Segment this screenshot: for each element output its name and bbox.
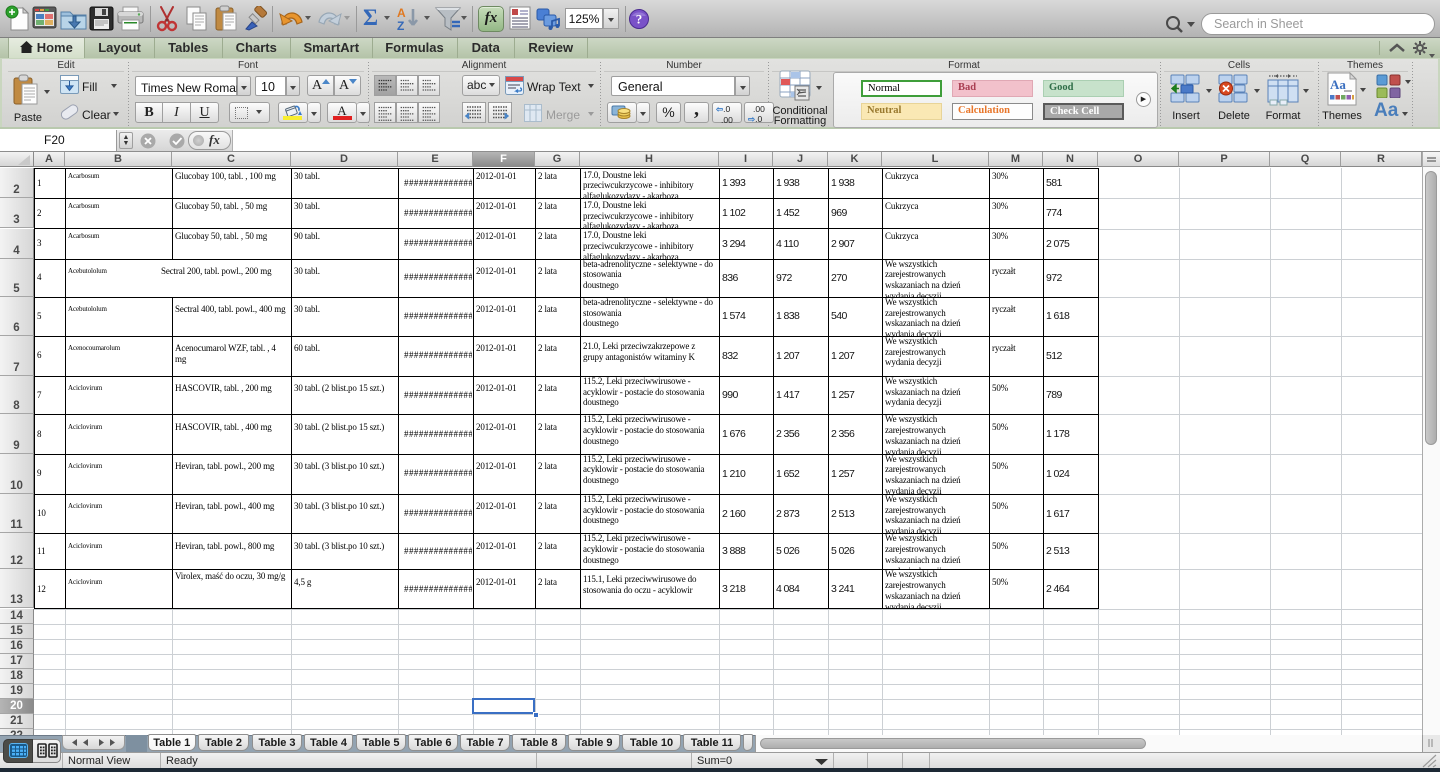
svg-text:?: ? [636, 12, 643, 27]
svg-text:Aa: Aa [1330, 77, 1346, 92]
svg-text:A: A [397, 6, 406, 20]
svg-text:Z: Z [397, 19, 404, 33]
